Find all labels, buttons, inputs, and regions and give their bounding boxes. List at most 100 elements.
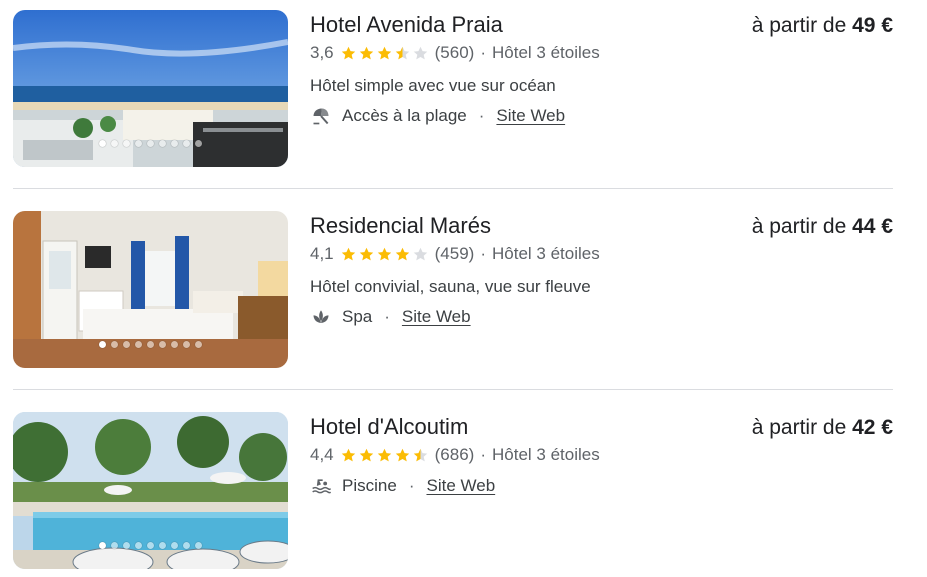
carousel-dot[interactable] [171,341,178,348]
star-empty-icon [413,46,427,59]
hotel-card[interactable]: Residencial Marés 4,1 (459) · Hôtel 3 ét… [0,211,927,371]
carousel-dot[interactable] [171,542,178,549]
amenity-row: Piscine · Site Web [310,475,495,497]
carousel-dot[interactable] [123,341,130,348]
price[interactable]: à partir de 42 € [752,416,893,440]
carousel-dot[interactable] [135,341,142,348]
price[interactable]: à partir de 49 € [752,14,893,38]
star-empty-icon [413,247,427,260]
carousel-dot[interactable] [147,140,154,147]
rating-value: 4,4 [310,445,334,464]
carousel-dot[interactable] [183,341,190,348]
star-full-icon [395,448,409,461]
hotel-card[interactable]: Hotel Avenida Praia 3,6 (560) · Hôtel 3 … [0,10,927,170]
carousel-dot[interactable] [135,542,142,549]
rating-value: 3,6 [310,43,334,62]
star-full-icon [359,247,373,260]
hotel-name[interactable]: Hotel d'Alcoutim [310,414,468,440]
carousel-dot[interactable] [159,341,166,348]
carousel-dot[interactable] [99,542,106,549]
carousel-dot[interactable] [111,341,118,348]
carousel-dot[interactable] [171,140,178,147]
carousel-dot[interactable] [159,542,166,549]
price-prefix: à partir de [751,215,847,238]
spa-lotus-icon [310,306,332,328]
carousel-dot[interactable] [99,140,106,147]
carousel-dots [13,341,288,349]
carousel-dot[interactable] [195,341,202,348]
carousel-dot[interactable] [111,542,118,549]
star-full-icon [377,46,391,59]
price-prefix: à partir de [751,14,847,37]
rating-value: 4,1 [310,244,334,263]
carousel-dot[interactable] [195,542,202,549]
separator-dot: · [408,476,415,495]
review-count[interactable]: (459) [435,244,475,264]
hotel-class: Hôtel 3 étoiles [492,244,600,263]
carousel-dot[interactable] [183,542,190,549]
star-rating [340,246,429,263]
star-full-icon [377,247,391,260]
hotel-photo-carousel[interactable] [13,412,288,569]
hotel-class: Hôtel 3 étoiles [492,43,600,62]
star-full-icon [359,448,373,461]
separator-dot: · [480,43,486,62]
star-half-icon [395,46,409,59]
carousel-dot[interactable] [183,140,190,147]
hotel-description: Hôtel simple avec vue sur océan [310,76,556,95]
amenity-row: Accès à la plage · Site Web [310,105,565,127]
star-full-icon [359,46,373,59]
star-full-icon [341,46,355,59]
separator-dot: · [480,244,486,263]
rating-row: 4,4 (686) · Hôtel 3 étoiles [310,445,600,465]
website-link[interactable]: Site Web [496,106,565,126]
star-rating [340,45,429,62]
hotel-results-list: Hotel Avenida Praia 3,6 (560) · Hôtel 3 … [0,0,927,577]
carousel-dot[interactable] [135,140,142,147]
carousel-dots [13,140,288,148]
hotel-card[interactable]: Hotel d'Alcoutim 4,4 (686) · Hôtel 3 éto… [0,412,927,572]
beach-umbrella-icon [310,105,332,127]
carousel-dot[interactable] [159,140,166,147]
review-count[interactable]: (560) [435,43,475,63]
carousel-dot[interactable] [195,140,202,147]
pool-icon [310,475,332,497]
hotel-photo-carousel[interactable] [13,10,288,167]
carousel-dot[interactable] [123,542,130,549]
amenity-row: Spa · Site Web [310,306,471,328]
carousel-dot[interactable] [99,341,106,348]
star-half-icon [413,448,427,461]
separator-dot: · [478,106,485,125]
star-full-icon [341,247,355,260]
hotel-name[interactable]: Hotel Avenida Praia [310,12,503,38]
star-full-icon [341,448,355,461]
website-link[interactable]: Site Web [426,476,495,496]
amenity-label: Piscine [342,476,397,495]
rating-row: 4,1 (459) · Hôtel 3 étoiles [310,244,600,264]
carousel-dot[interactable] [147,341,154,348]
price-amount: 49 € [852,14,893,37]
star-full-icon [377,448,391,461]
rating-row: 3,6 (560) · Hôtel 3 étoiles [310,43,600,63]
price-amount: 42 € [852,416,893,439]
price[interactable]: à partir de 44 € [752,215,893,239]
carousel-dots [13,542,288,550]
carousel-dot[interactable] [147,542,154,549]
hotel-name[interactable]: Residencial Marés [310,213,491,239]
review-count[interactable]: (686) [435,445,475,465]
hotel-description: Hôtel convivial, sauna, vue sur fleuve [310,277,591,296]
separator-dot: · [480,445,486,464]
carousel-dot[interactable] [123,140,130,147]
website-link[interactable]: Site Web [402,307,471,327]
amenity-label: Spa [342,307,373,326]
separator-dot: · [384,307,390,326]
price-amount: 44 € [852,215,893,238]
hotel-photo-carousel[interactable] [13,211,288,368]
carousel-dot[interactable] [111,140,118,147]
star-rating [340,447,429,464]
hotel-class: Hôtel 3 étoiles [492,445,600,464]
amenity-label: Accès à la plage [342,106,467,125]
price-prefix: à partir de [751,416,847,439]
divider [13,389,893,390]
divider [13,188,893,189]
